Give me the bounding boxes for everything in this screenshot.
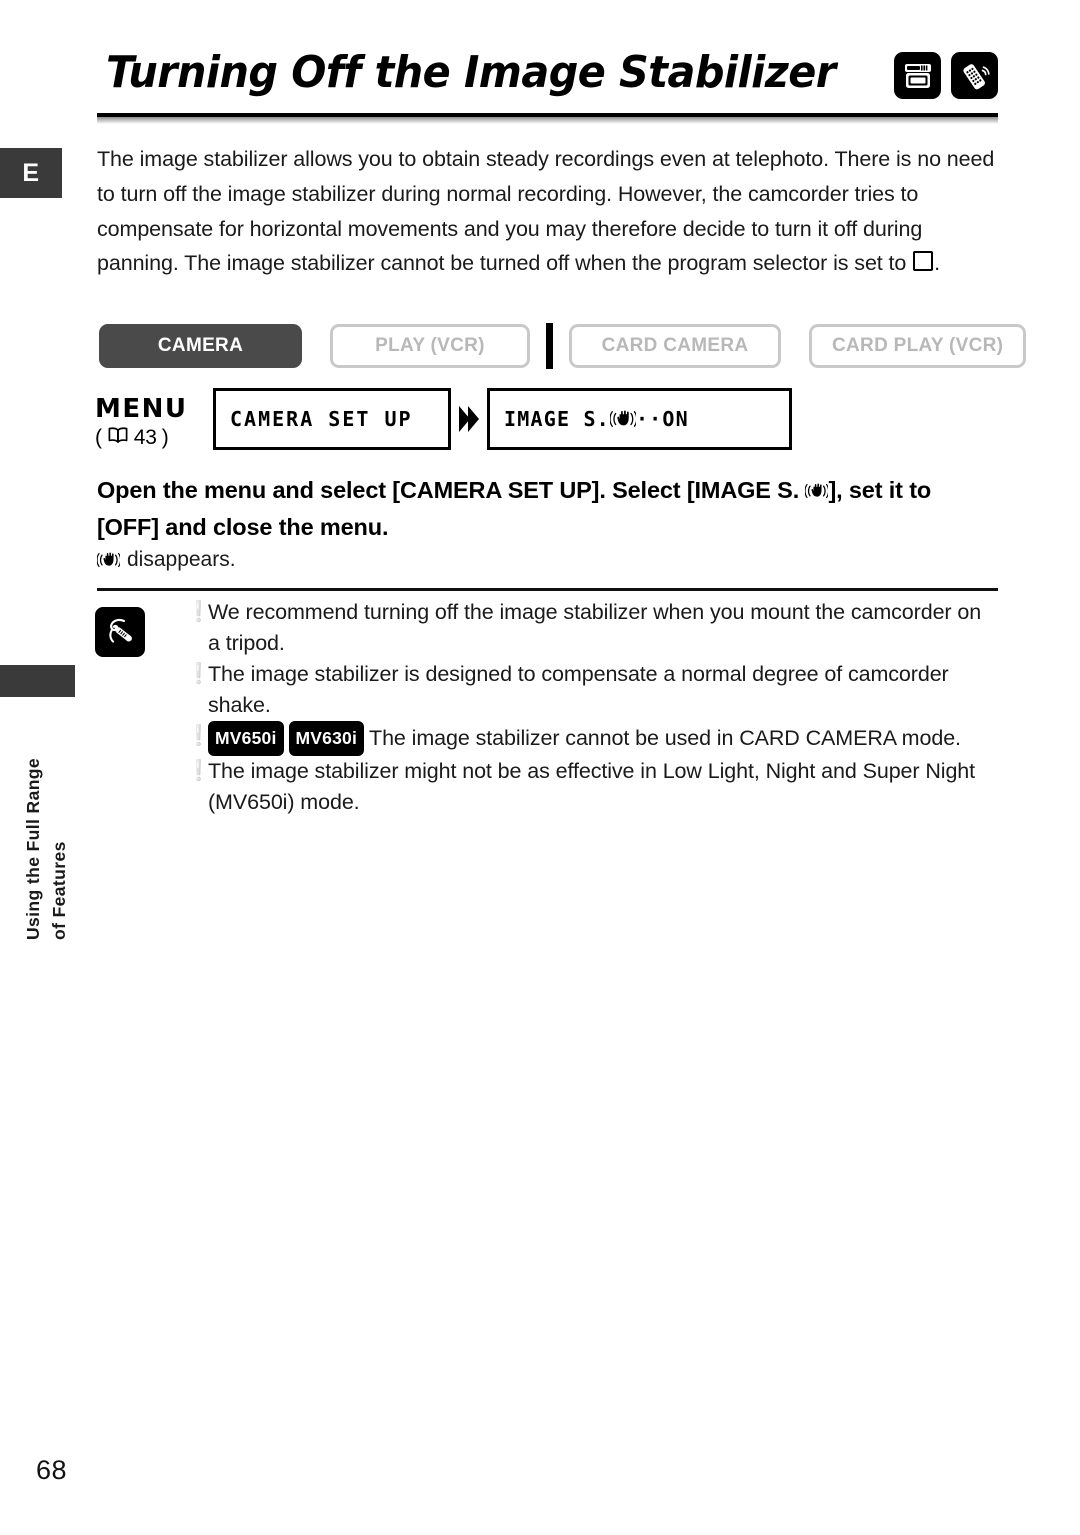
sub-note-label: disappears. (127, 548, 236, 571)
menu-box-camera-set-up-label: CAMERA SET UP (230, 407, 413, 431)
mode-selector-bar: CAMERA PLAY (VCR) CARD CAMERA CARD PLAY … (99, 323, 1027, 369)
camcorder-icon (894, 52, 941, 99)
menu-label-group: MENU ( 43) (95, 388, 213, 450)
chapter-tab-line2: of Features (49, 841, 69, 940)
mode-pill-card-play-vcr[interactable]: CARD PLAY (VCR) (809, 324, 1027, 368)
chapter-tab-block (0, 665, 75, 697)
notes-pencil-icon (95, 607, 145, 657)
note-item: ❕ We recommend turning off the image sta… (186, 597, 996, 659)
menu-box-image-s-prefix: IMAGE S. (504, 407, 610, 431)
note-bullet-icon: ❕ (186, 760, 211, 782)
note-text: The image stabilizer might not be as eff… (208, 759, 976, 814)
note-text: The image stabilizer is designed to comp… (208, 662, 949, 717)
menu-flow-arrow-icon (451, 388, 487, 450)
notes-divider (97, 588, 998, 591)
mode-group-divider (546, 323, 553, 369)
note-bullet-icon: ❕ (186, 725, 211, 747)
notes-list: ❕ We recommend turning off the image sta… (186, 597, 996, 818)
chapter-tab-line1: Using the Full Range (23, 757, 43, 940)
menu-word: MENU (95, 394, 188, 424)
instruction-text: Open the menu and select [CAMERA SET UP]… (97, 472, 987, 546)
chapter-tab: Using the Full Range of Features (0, 700, 75, 940)
mode-pill-camera[interactable]: CAMERA (99, 324, 302, 368)
image-stabilizer-icon (804, 474, 830, 499)
intro-paragraph: The image stabilizer allows you to obtai… (97, 142, 997, 281)
mode-pill-card-camera[interactable]: CARD CAMERA (569, 324, 781, 368)
mode-pill-card-play-vcr-label: CARD PLAY (VCR) (832, 335, 1004, 356)
menu-flow: MENU ( 43) CAMERA SET UP IMAGE S. ··ON (95, 388, 792, 450)
intro-text-part2: . (934, 251, 941, 276)
page-title: Turning Off the Image Stabilizer (106, 47, 836, 98)
note-text: We recommend turning off the image stabi… (208, 600, 982, 655)
menu-page-reference: ( 43) (95, 426, 213, 450)
image-stabilizer-icon (96, 551, 122, 569)
mode-pill-play-vcr-label: PLAY (VCR) (375, 335, 485, 356)
language-tab: E (0, 148, 62, 198)
book-icon (107, 426, 129, 450)
model-badge-mv650i: MV650i (208, 721, 284, 756)
mode-pill-camera-label: CAMERA (157, 335, 244, 356)
header-icon-group (894, 52, 998, 99)
note-bullet-icon: ❕ (186, 663, 211, 685)
reference-open-paren: ( (95, 426, 102, 449)
reference-page-number: 43 (133, 426, 157, 449)
note-item: ❕ The image stabilizer might not be as e… (186, 756, 996, 818)
image-stabilizer-icon (609, 409, 638, 429)
instruction-sub-note: disappears. (96, 548, 236, 572)
page-number: 68 (36, 1455, 68, 1485)
title-divider (97, 113, 998, 124)
reference-close-paren: ) (161, 426, 169, 449)
menu-box-image-s-suffix: ··ON (635, 407, 689, 431)
menu-box-image-s[interactable]: IMAGE S. ··ON (487, 388, 792, 450)
note-item: ❕ The image stabilizer is designed to co… (186, 659, 996, 721)
note-bullet-icon: ❕ (186, 601, 211, 623)
language-tab-label: E (22, 158, 40, 187)
note-text-with-badges: MV650i MV630i The image stabilizer cannot … (208, 721, 996, 756)
remote-control-icon (951, 52, 998, 99)
intro-text-part1: The image stabilizer allows you to obtai… (97, 147, 995, 276)
note-text: The image stabilizer cannot be used in C… (369, 726, 961, 750)
menu-box-camera-set-up[interactable]: CAMERA SET UP (213, 388, 451, 450)
instruction-part-a: Open the menu and select [CAMERA SET UP]… (97, 477, 806, 503)
mode-pill-play-vcr[interactable]: PLAY (VCR) (330, 324, 530, 368)
auto-program-icon (913, 251, 934, 272)
note-item: ❕ MV650i MV630i The image stabilizer canno… (186, 721, 996, 756)
model-badge-mv630i: MV630i (288, 721, 365, 756)
mode-pill-card-camera-label: CARD CAMERA (601, 335, 749, 356)
